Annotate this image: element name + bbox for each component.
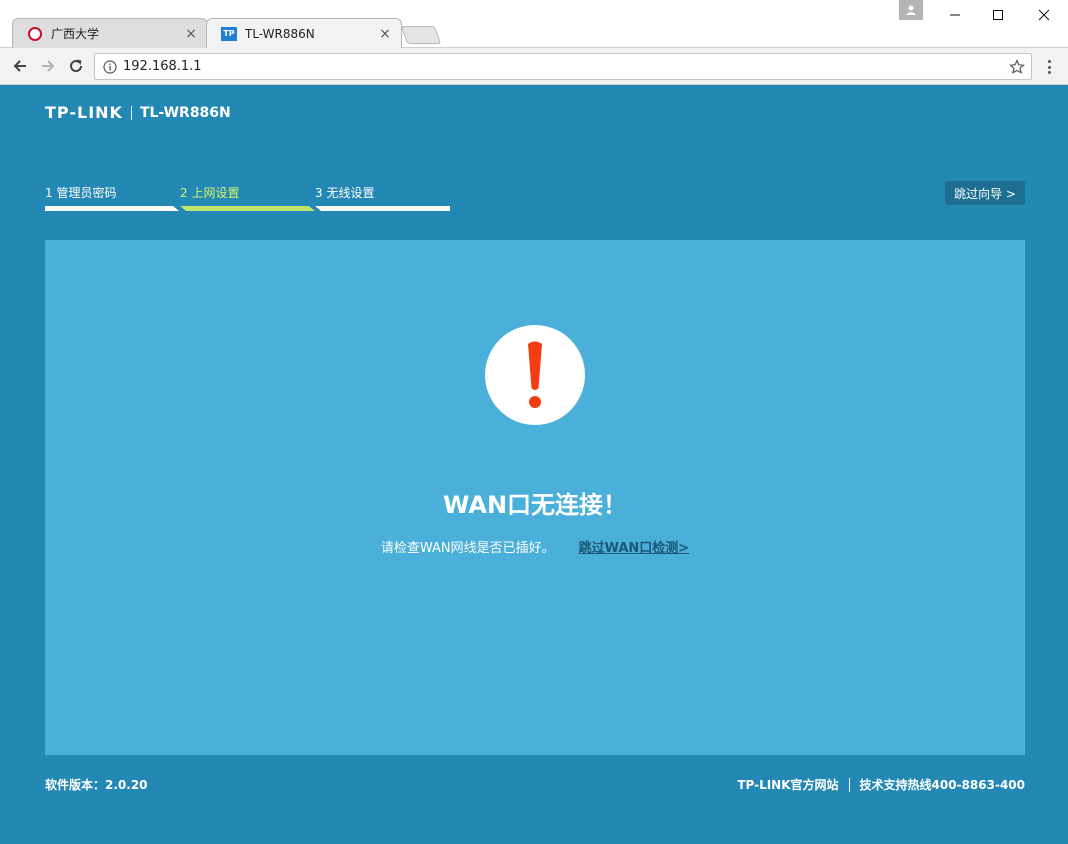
address-bar[interactable]: 192.168.1.1 <box>94 53 1032 80</box>
gxu-logo-icon <box>27 26 43 42</box>
software-version: 软件版本：2.0.20 <box>45 778 148 792</box>
forward-arrow-icon[interactable] <box>38 56 58 76</box>
official-site-link[interactable]: TP-LINK官方网站 <box>737 776 838 793</box>
footer-divider <box>848 777 850 792</box>
wan-status-panel: WAN口无连接！ 请检查WAN网线是否已插好。 跳过WAN口检测> <box>45 240 1025 755</box>
bookmark-star-icon[interactable] <box>1009 58 1025 75</box>
profile-icon[interactable] <box>899 0 923 20</box>
back-arrow-icon[interactable] <box>10 56 30 76</box>
wizard-step-admin-password: 1 管理员密码 <box>45 185 179 211</box>
router-page: TP-LINK TL-WR886N 1 管理员密码 2 上网设置 3 无线设置 … <box>0 86 1068 844</box>
reload-icon[interactable] <box>66 56 86 76</box>
step-progress-bar <box>45 206 179 211</box>
step-progress-bar <box>180 206 315 211</box>
wan-status-message-row: 请检查WAN网线是否已插好。 跳过WAN口检测> <box>45 537 1025 556</box>
exclamation-icon <box>528 341 542 408</box>
brand-divider <box>130 105 132 120</box>
support-hotline: 技术支持热线400-8863-400 <box>859 778 1025 792</box>
router-model: TL-WR886N <box>139 104 231 121</box>
tp-link-logo: TP-LINK <box>45 103 123 122</box>
address-url[interactable]: 192.168.1.1 <box>123 59 1009 74</box>
alert-badge <box>485 325 585 425</box>
footer-links: TP-LINK官方网站 技术支持热线400-8863-400 <box>737 776 1025 793</box>
wan-status-message: 请检查WAN网线是否已插好。 <box>380 541 555 556</box>
wizard-step-wireless-setup: 3 无线设置 <box>315 185 450 211</box>
info-icon[interactable] <box>103 59 117 74</box>
brand-header: TP-LINK TL-WR886N <box>45 103 231 122</box>
skip-wan-check-link[interactable]: 跳过WAN口检测> <box>579 537 690 556</box>
maximize-icon[interactable] <box>975 0 1021 30</box>
tab-title: 广西大学 <box>51 27 100 41</box>
close-window-icon[interactable] <box>1021 0 1067 30</box>
browser-toolbar: 192.168.1.1 <box>0 48 1068 85</box>
step-label: 1 管理员密码 <box>45 186 117 200</box>
minimize-icon[interactable] <box>932 0 978 30</box>
tp-link-icon: TP <box>221 26 237 42</box>
wizard-step-internet-setup: 2 上网设置 <box>180 185 315 211</box>
browser-tab-router[interactable]: TP TL-WR886N × <box>206 18 402 48</box>
wan-status-title: WAN口无连接！ <box>442 491 628 519</box>
skip-wizard-button[interactable]: 跳过向导 > <box>945 181 1025 205</box>
wizard-steps: 1 管理员密码 2 上网设置 3 无线设置 <box>45 185 451 212</box>
browser-tab-gxu[interactable]: 广西大学 × <box>12 18 208 48</box>
step-label: 2 上网设置 <box>180 186 240 200</box>
tab-close-icon[interactable]: × <box>377 26 393 42</box>
new-tab-button[interactable] <box>400 26 442 44</box>
tab-title: TL-WR886N <box>245 26 315 41</box>
tab-close-icon[interactable]: × <box>183 26 199 42</box>
step-label: 3 无线设置 <box>315 186 375 200</box>
browser-menu-icon[interactable] <box>1040 57 1058 77</box>
step-progress-bar <box>315 206 450 211</box>
